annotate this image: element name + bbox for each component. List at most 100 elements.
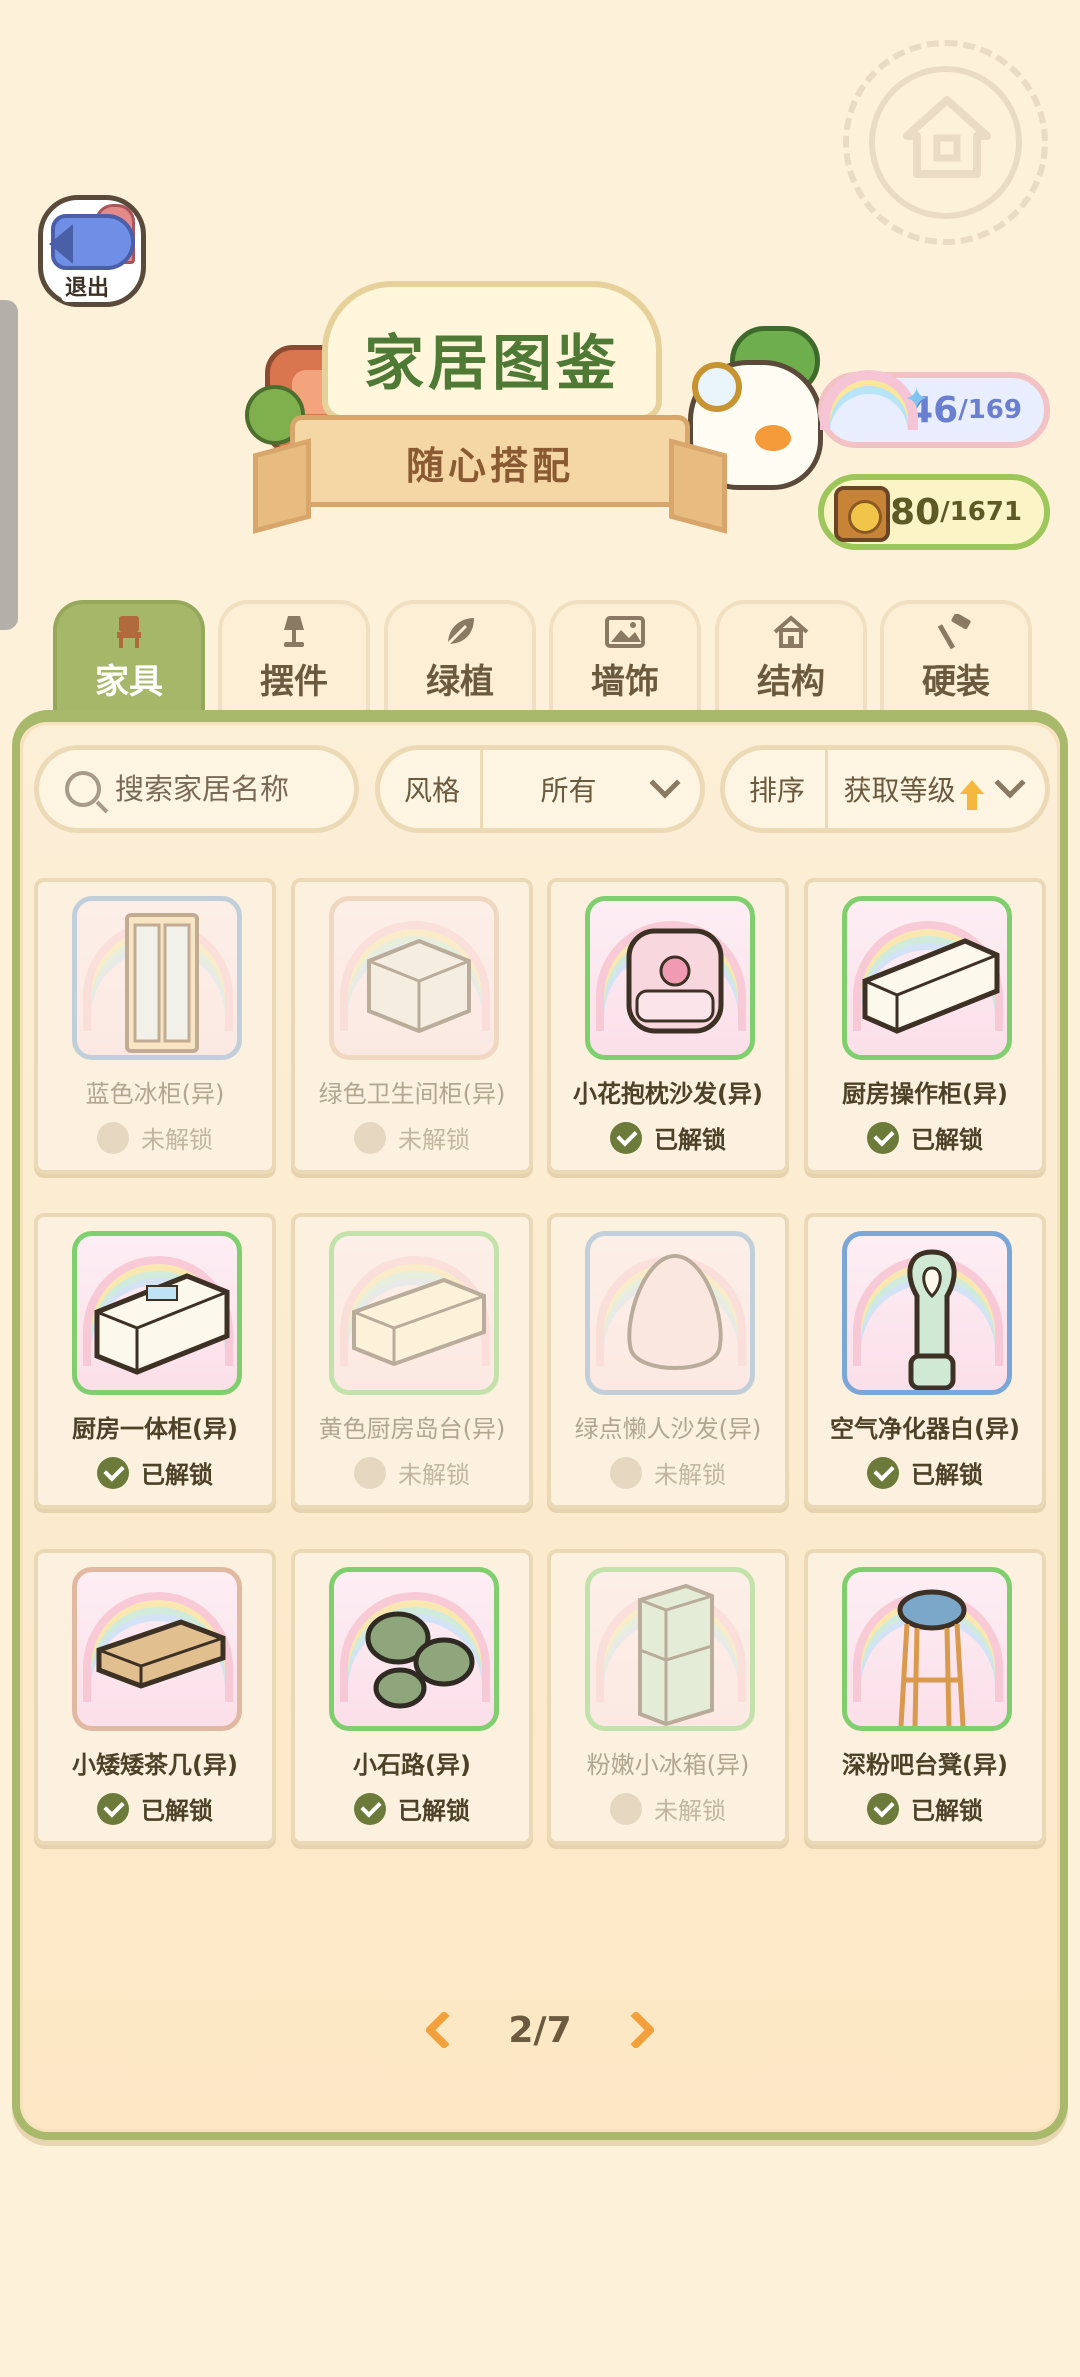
item-card[interactable]: 空气净化器白(异) 已解锁 bbox=[804, 1213, 1046, 1509]
item-name: 小花抱枕沙发(异) bbox=[573, 1080, 763, 1108]
search-field[interactable] bbox=[34, 745, 359, 833]
item-name: 厨房操作柜(异) bbox=[842, 1080, 1008, 1108]
item-card[interactable]: 厨房操作柜(异) 已解锁 bbox=[804, 878, 1046, 1174]
check-icon bbox=[867, 1456, 899, 1489]
tab-label: 墙饰 bbox=[591, 662, 659, 702]
house-icon bbox=[773, 615, 809, 648]
item-thumbnail bbox=[329, 1231, 499, 1395]
page-indicator: 2/7 bbox=[508, 2009, 572, 2051]
item-thumbnail bbox=[585, 1567, 755, 1731]
score-counter: 580 /1671 bbox=[818, 474, 1050, 550]
sort-dropdown[interactable]: 排序 获取等级 bbox=[720, 745, 1050, 833]
prev-page-icon[interactable] bbox=[424, 2010, 464, 2050]
item-status-text: 已解锁 bbox=[911, 1461, 983, 1489]
item-status: 未解锁 bbox=[38, 1120, 272, 1155]
pagination: 2/7 bbox=[424, 2000, 656, 2060]
check-icon bbox=[867, 1792, 899, 1825]
lock-status-icon bbox=[610, 1792, 642, 1825]
style-filter-label: 风格 bbox=[380, 750, 484, 828]
lock-status-icon bbox=[354, 1456, 386, 1489]
item-status-text: 未解锁 bbox=[398, 1461, 470, 1489]
side-drawer-handle[interactable] bbox=[0, 300, 18, 630]
tab-label: 家具 bbox=[95, 662, 163, 702]
item-status-text: 已解锁 bbox=[911, 1126, 983, 1154]
item-thumbnail bbox=[329, 1567, 499, 1731]
item-status-text: 已解锁 bbox=[141, 1797, 213, 1825]
lock-status-icon bbox=[97, 1121, 129, 1154]
item-status: 已解锁 bbox=[808, 1455, 1042, 1490]
item-card[interactable]: 小石路(异) 已解锁 bbox=[291, 1549, 533, 1845]
item-name: 小矮矮茶几(异) bbox=[72, 1751, 238, 1779]
item-status-text: 未解锁 bbox=[398, 1126, 470, 1154]
item-name: 深粉吧台凳(异) bbox=[842, 1751, 1008, 1779]
tab-wall-decor[interactable]: 墙饰 bbox=[549, 600, 701, 712]
item-card[interactable]: 绿色卫生间柜(异) 未解锁 bbox=[291, 878, 533, 1174]
item-card[interactable]: 蓝色冰柜(异) 未解锁 bbox=[34, 878, 276, 1174]
tab-plants[interactable]: 绿植 bbox=[384, 600, 536, 712]
tab-label: 摆件 bbox=[260, 662, 328, 702]
lock-status-icon bbox=[354, 1121, 386, 1154]
tab-hardware[interactable]: 硬装 bbox=[880, 600, 1032, 712]
item-name: 蓝色冰柜(异) bbox=[85, 1080, 225, 1108]
item-card[interactable]: 深粉吧台凳(异) 已解锁 bbox=[804, 1549, 1046, 1845]
item-status: 已解锁 bbox=[808, 1120, 1042, 1155]
style-filter-value: 所有 bbox=[540, 774, 597, 807]
item-card[interactable]: 小矮矮茶几(异) 已解锁 bbox=[34, 1549, 276, 1845]
collection-counter: ✦ 46 /169 bbox=[818, 370, 1050, 448]
item-thumbnail bbox=[585, 896, 755, 1060]
item-status: 未解锁 bbox=[295, 1455, 529, 1490]
item-card[interactable]: 绿点懒人沙发(异) 未解锁 bbox=[547, 1213, 789, 1509]
sort-label: 排序 bbox=[725, 750, 829, 828]
hammer-icon bbox=[937, 614, 971, 650]
chevron-down-icon bbox=[994, 767, 1026, 799]
picture-icon bbox=[605, 616, 645, 648]
item-name: 粉嫩小冰箱(异) bbox=[586, 1751, 750, 1779]
tab-ornaments[interactable]: 摆件 bbox=[218, 600, 370, 712]
exit-button[interactable]: 退出 bbox=[38, 195, 146, 307]
tab-label: 硬装 bbox=[922, 662, 990, 702]
sparkle-icon: ✦ bbox=[904, 382, 930, 417]
item-status-text: 已解锁 bbox=[654, 1126, 726, 1154]
check-icon bbox=[867, 1121, 899, 1154]
tab-furniture[interactable]: 家具 bbox=[53, 600, 205, 712]
collection-total: /169 bbox=[958, 395, 1022, 425]
item-status-text: 已解锁 bbox=[911, 1797, 983, 1825]
lock-status-icon bbox=[610, 1456, 642, 1489]
exit-label: 退出 bbox=[61, 270, 114, 302]
style-filter-dropdown[interactable]: 风格 所有 bbox=[375, 745, 705, 833]
item-card[interactable]: 黄色厨房岛台(异) 未解锁 bbox=[291, 1213, 533, 1509]
item-card[interactable]: 小花抱枕沙发(异) 已解锁 bbox=[547, 878, 789, 1174]
item-card[interactable]: 粉嫩小冰箱(异) 未解锁 bbox=[547, 1549, 789, 1845]
item-status: 未解锁 bbox=[551, 1455, 785, 1490]
check-icon bbox=[97, 1792, 129, 1825]
check-icon bbox=[354, 1792, 386, 1825]
item-thumbnail bbox=[842, 1231, 1012, 1395]
page-title: 家居图鉴 bbox=[364, 329, 620, 399]
next-page-icon[interactable] bbox=[616, 2010, 656, 2050]
home-stamp-icon bbox=[843, 40, 1048, 245]
tab-structure[interactable]: 结构 bbox=[715, 600, 867, 712]
search-icon bbox=[65, 771, 101, 807]
item-thumbnail bbox=[842, 1567, 1012, 1731]
page-subtitle: 随心搭配 bbox=[405, 444, 574, 488]
item-status: 已解锁 bbox=[295, 1791, 529, 1826]
search-input[interactable] bbox=[115, 772, 335, 806]
item-status-text: 已解锁 bbox=[398, 1797, 470, 1825]
chair-icon bbox=[117, 616, 141, 648]
item-status: 已解锁 bbox=[808, 1791, 1042, 1826]
tab-label: 结构 bbox=[757, 662, 825, 702]
sort-value-wrap: 获取等级 bbox=[828, 769, 999, 810]
item-status: 未解锁 bbox=[551, 1791, 785, 1826]
lamp-icon bbox=[284, 616, 304, 647]
check-icon bbox=[97, 1456, 129, 1489]
medal-icon bbox=[834, 486, 890, 542]
item-name: 厨房一体柜(异) bbox=[72, 1415, 238, 1443]
item-thumbnail bbox=[72, 1567, 242, 1731]
item-name: 小石路(异) bbox=[353, 1751, 471, 1779]
item-status-text: 未解锁 bbox=[654, 1797, 726, 1825]
item-card[interactable]: 厨房一体柜(异) 已解锁 bbox=[34, 1213, 276, 1509]
item-status-text: 已解锁 bbox=[141, 1461, 213, 1489]
ascending-arrow-icon bbox=[959, 780, 984, 810]
item-status: 已解锁 bbox=[38, 1455, 272, 1490]
score-total: /1671 bbox=[940, 497, 1022, 527]
